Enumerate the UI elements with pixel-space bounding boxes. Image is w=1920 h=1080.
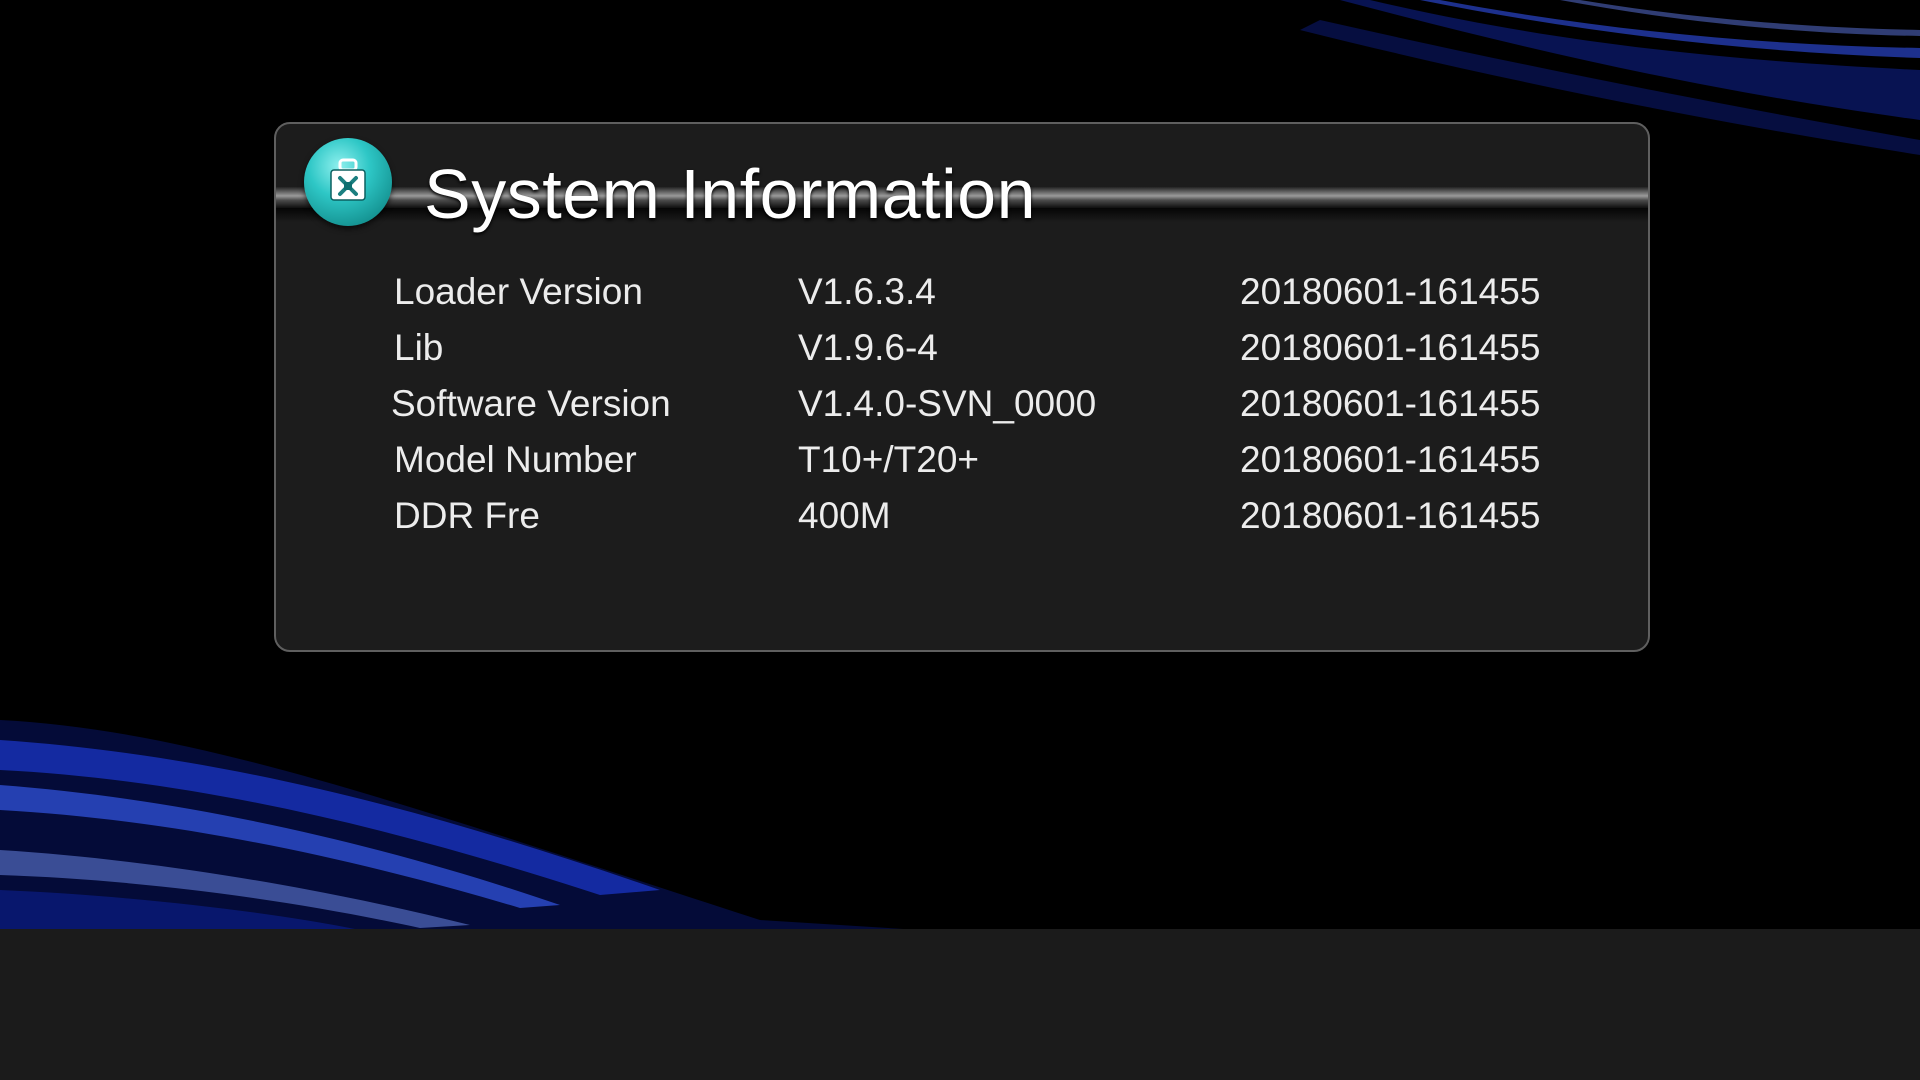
row-label: Lib (394, 327, 444, 368)
system-information-panel: System Information Loader Version V1.6.3… (274, 122, 1650, 652)
system-info-table: Loader Version V1.6.3.4 20180601-161455 … (276, 264, 1648, 544)
row-date: 20180601-161455 (1240, 439, 1541, 480)
info-row-model-number: Model Number T10+/T20+ 20180601-161455 (276, 432, 1648, 488)
row-label: Loader Version (394, 271, 643, 312)
row-date: 20180601-161455 (1240, 271, 1541, 312)
info-row-loader-version: Loader Version V1.6.3.4 20180601-161455 (276, 264, 1648, 320)
toolbox-icon (304, 138, 392, 226)
info-row-software-version: Software Version V1.4.0-SVN_0000 2018060… (276, 376, 1648, 432)
row-date: 20180601-161455 (1240, 383, 1541, 424)
row-date: 20180601-161455 (1240, 495, 1541, 536)
row-label: DDR Fre (394, 495, 540, 536)
bottom-help-bar (0, 929, 1920, 1080)
row-value: V1.9.6-4 (798, 327, 938, 368)
info-row-ddr-fre: DDR Fre 400M 20180601-161455 (276, 488, 1648, 544)
row-date: 20180601-161455 (1240, 327, 1541, 368)
row-label: Software Version (391, 383, 671, 424)
info-row-lib: Lib V1.9.6-4 20180601-161455 (276, 320, 1648, 376)
row-value: T10+/T20+ (798, 439, 980, 480)
row-value: V1.6.3.4 (798, 271, 936, 312)
row-value: 400M (798, 495, 891, 536)
background-swoosh-bottom (0, 720, 920, 930)
row-label: Model Number (394, 439, 637, 480)
row-value: V1.4.0-SVN_0000 (798, 383, 1097, 424)
screen: System Information Loader Version V1.6.3… (0, 0, 1920, 1080)
page-title: System Information (424, 155, 1036, 233)
